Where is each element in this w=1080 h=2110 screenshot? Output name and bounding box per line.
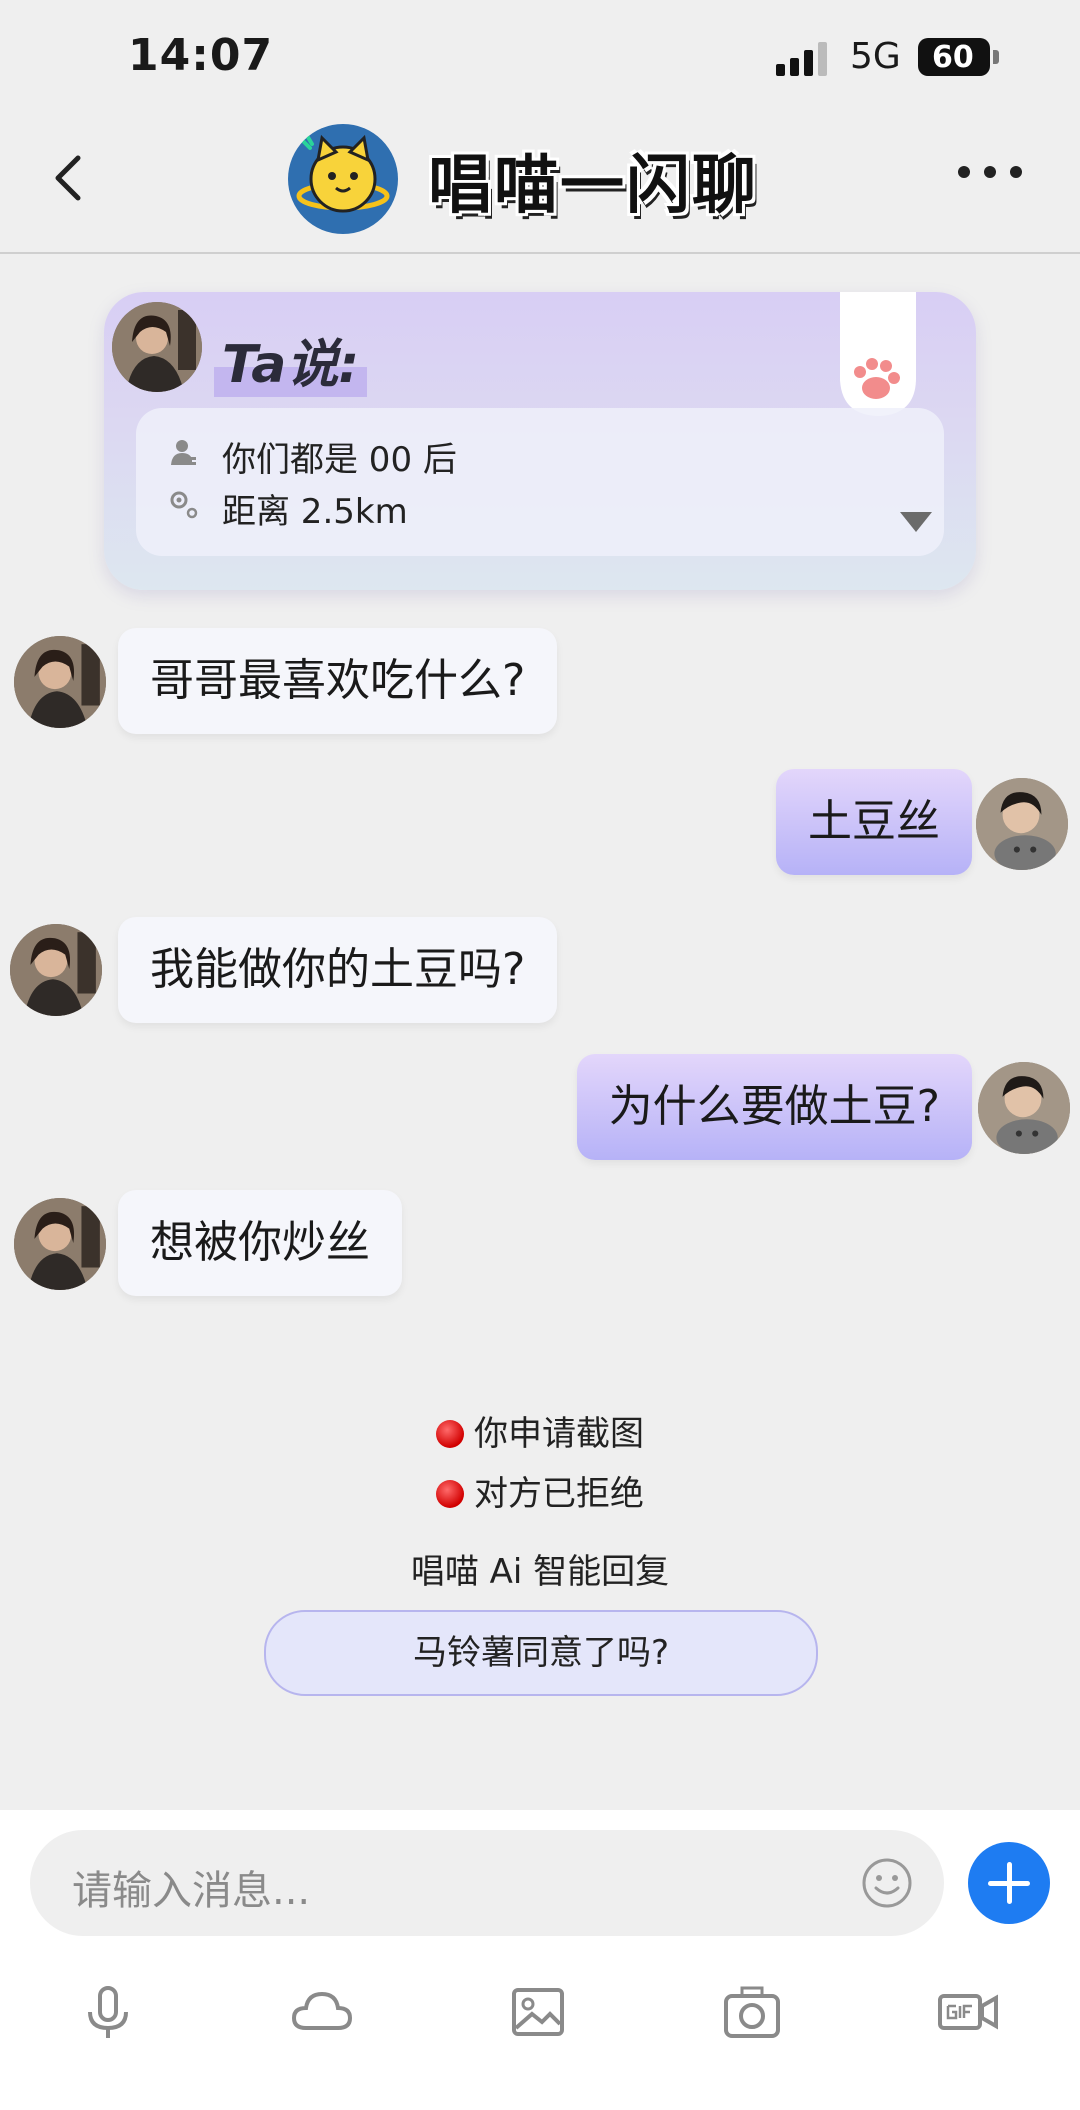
message-bubble[interactable]: 我能做你的土豆吗? <box>118 917 558 1023</box>
avatar[interactable] <box>10 924 102 1016</box>
app-title: 唱喵一闪聊 <box>428 149 758 223</box>
message-bubble[interactable]: 想被你炒丝 <box>118 1190 402 1296</box>
system-note: 你申请截图 <box>0 1406 1080 1455</box>
system-note: 对方已拒绝 <box>0 1466 1080 1515</box>
avatar <box>112 302 202 392</box>
avatar[interactable] <box>14 636 106 728</box>
info-text: 你们都是 00 后 <box>222 440 457 480</box>
chat-header: 唱喵一闪聊 <box>0 112 1080 254</box>
message-input[interactable]: 请输入消息... <box>30 1830 944 1936</box>
avatar[interactable] <box>978 1062 1070 1154</box>
camera-icon[interactable] <box>720 1980 784 2044</box>
avatar[interactable] <box>976 778 1068 870</box>
card-title: Ta说: <box>214 322 368 397</box>
red-dot-icon <box>436 1480 464 1508</box>
avatar[interactable] <box>14 1198 106 1290</box>
match-info-card[interactable]: Ta说: 你们都是 00 后 距离 2.5km <box>104 292 976 590</box>
battery-icon: 60 <box>918 38 999 76</box>
expand-caret-icon[interactable] <box>900 512 932 532</box>
cloud-icon[interactable] <box>290 1980 354 2044</box>
message-bubble[interactable]: 为什么要做土豆? <box>576 1054 972 1160</box>
system-note-text: 对方已拒绝 <box>474 1474 644 1514</box>
status-time: 14:07 <box>128 30 274 81</box>
back-button[interactable] <box>42 148 102 208</box>
status-bar: 14:07 5G 60 <box>0 0 1080 110</box>
message-input-placeholder: 请输入消息... <box>72 1868 311 1914</box>
image-icon[interactable] <box>506 1980 570 2044</box>
system-note-text: 你申请截图 <box>474 1414 644 1454</box>
person-icon <box>168 436 198 466</box>
info-text: 距离 2.5km <box>222 492 408 532</box>
app-logo <box>288 124 398 234</box>
paw-icon <box>832 292 922 420</box>
red-dot-icon <box>436 1420 464 1448</box>
add-button[interactable] <box>968 1842 1050 1924</box>
ai-suggestion-button[interactable]: 马铃薯同意了吗? <box>264 1610 818 1696</box>
chevron-left-icon <box>55 155 81 201</box>
network-type: 5G <box>850 36 901 77</box>
location-icon <box>168 488 198 519</box>
signal-icon <box>776 40 834 76</box>
ai-reply-label: 唱喵 Ai 智能回复 <box>410 1552 670 1592</box>
message-bubble[interactable]: 哥哥最喜欢吃什么? <box>118 628 558 734</box>
battery-level: 60 <box>932 40 974 75</box>
composer: 请输入消息... <box>0 1810 1080 2110</box>
more-button[interactable] <box>954 158 1024 188</box>
gif-video-icon[interactable] <box>936 1980 1000 2044</box>
emoji-icon[interactable] <box>860 1856 914 1910</box>
microphone-icon[interactable] <box>76 1980 140 2044</box>
message-bubble[interactable]: 土豆丝 <box>776 769 972 875</box>
card-info-panel: 你们都是 00 后 距离 2.5km <box>136 408 944 556</box>
